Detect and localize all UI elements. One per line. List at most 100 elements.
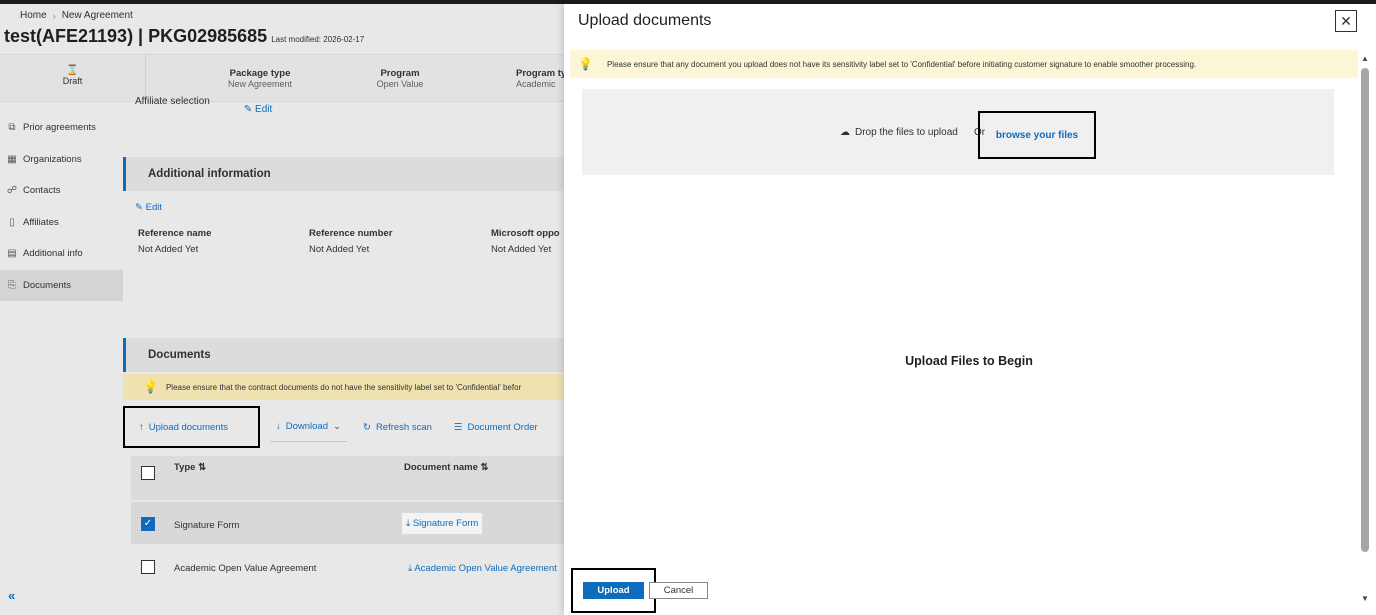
status-cell: ⌛ Draft <box>0 55 146 103</box>
table-row[interactable]: ✓ Signature Form ⤓ Signature Form <box>131 502 564 544</box>
sidebar-item-label: Documents <box>23 279 72 291</box>
reference-name: Reference name Not Added Yet <box>138 228 211 255</box>
sidebar-item-label: Additional info <box>23 248 83 260</box>
last-modified: Last modified: 2026-02-17 <box>271 35 365 44</box>
sidebar-item-label: Contacts <box>23 185 61 197</box>
affiliate-row: Affiliate selection ✎ Edit <box>135 96 272 115</box>
document-order-label: Document Order <box>467 421 538 433</box>
program-type-label: Program ty <box>516 68 564 79</box>
row-document-name: Signature Form <box>412 518 479 529</box>
sidebar: ⧉ Prior agreements ▦ Organizations ☍ Con… <box>0 112 123 301</box>
download-small-icon: ⤓ <box>406 518 413 529</box>
documents-icon: ⎘ <box>8 279 16 291</box>
row-type: Academic Open Value Agreement <box>174 563 317 574</box>
affiliate-label: Affiliate selection <box>135 96 210 107</box>
row-document-link[interactable]: ⤓ Signature Form <box>402 513 483 534</box>
package-info-bar: ⌛ Draft Package type New Agreement Progr… <box>0 54 564 103</box>
browse-files-highlight: browse your files <box>978 111 1096 159</box>
scrollbar-thumb[interactable] <box>1361 68 1369 552</box>
edit-label: Edit <box>145 202 162 213</box>
empty-state-message: Upload Files to Begin <box>905 354 1033 368</box>
upload-button[interactable]: Upload <box>583 582 644 599</box>
sidebar-item-contacts[interactable]: ☍ Contacts <box>0 175 123 207</box>
breadcrumb-home[interactable]: Home <box>20 10 47 21</box>
cancel-button[interactable]: Cancel <box>649 582 708 599</box>
download-button[interactable]: ↓ Download ⌄ <box>270 412 347 442</box>
package-type-label: Package type <box>229 68 291 79</box>
row-checkbox-checked[interactable]: ✓ <box>141 517 155 531</box>
reference-number: Reference number Not Added Yet <box>309 228 392 255</box>
documents-title: Documents <box>148 349 211 361</box>
cloud-upload-icon: ☁ <box>840 127 850 138</box>
program-label: Program <box>380 68 420 79</box>
page-title-text: test(AFE21193) | PKG02985685 <box>4 26 268 46</box>
close-icon: ✕ <box>1340 12 1352 29</box>
documents-header: Documents <box>123 338 564 372</box>
document-order-button[interactable]: ☰ Document Order <box>448 412 544 442</box>
scroll-down-arrow-icon[interactable]: ▼ <box>1361 594 1369 603</box>
table-row[interactable]: Academic Open Value Agreement ⤓ Academic… <box>131 544 564 586</box>
upload-documents-label: Upload documents <box>148 421 228 433</box>
affiliates-icon: ▯ <box>9 216 15 228</box>
lightbulb-icon: 💡 <box>143 380 158 394</box>
microsoft-opportunity-label: Microsoft oppo <box>491 228 560 239</box>
column-document-name[interactable]: Document name ⇅ <box>404 462 489 473</box>
hourglass-icon: ⌛ <box>66 65 79 76</box>
refresh-scan-label: Refresh scan <box>375 421 432 433</box>
package-type-value: New Agreement <box>227 79 293 89</box>
program-type: Program ty Academic <box>500 68 564 89</box>
file-dropzone[interactable]: ☁ Drop the files to upload Or browse you… <box>582 89 1334 175</box>
row-document-link[interactable]: ⤓ Academic Open Value Agreement <box>408 563 557 574</box>
sidebar-item-additional-info[interactable]: ▤ Additional info <box>0 238 123 270</box>
list-icon: ☰ <box>453 421 463 433</box>
sidebar-item-prior-agreements[interactable]: ⧉ Prior agreements <box>0 112 123 144</box>
agreement-page: Home › New Agreement test(AFE21193) | PK… <box>0 4 564 615</box>
refresh-scan-button[interactable]: ↻ Refresh scan <box>357 412 438 442</box>
program-value: Open Value <box>376 79 424 89</box>
program-type-value: Academic <box>516 79 556 89</box>
affiliate-edit-link[interactable]: ✎ Edit <box>244 104 272 115</box>
drop-text: ☁ Drop the files to upload <box>840 127 958 138</box>
scroll-up-arrow-icon[interactable]: ▲ <box>1361 54 1369 63</box>
download-icon: ↓ <box>276 421 281 432</box>
additional-info-icon: ▤ <box>7 248 17 260</box>
panel-warning: 💡 Please ensure that any document you up… <box>570 50 1358 78</box>
reference-number-label: Reference number <box>309 228 393 239</box>
column-type[interactable]: Type ⇅ <box>174 462 206 473</box>
row-document-name: Academic Open Value Agreement <box>414 563 557 574</box>
status-text: Draft <box>62 76 83 86</box>
sidebar-item-label: Prior agreements <box>23 122 96 134</box>
sidebar-item-documents[interactable]: ⎘ Documents <box>0 269 123 301</box>
reference-name-value: Not Added Yet <box>138 244 199 255</box>
row-type: Signature Form <box>174 520 240 531</box>
panel-warning-text: Please ensure that any document you uplo… <box>606 59 1197 69</box>
microsoft-opportunity-value: Not Added Yet <box>491 244 552 255</box>
download-label: Download <box>285 421 328 432</box>
close-panel-button[interactable]: ✕ <box>1335 10 1357 32</box>
microsoft-opportunity: Microsoft oppo Not Added Yet <box>491 228 560 255</box>
additional-info-header: Additional information <box>123 157 564 191</box>
prior-agreements-icon: ⧉ <box>8 122 16 134</box>
refresh-icon: ↻ <box>362 421 371 433</box>
reference-number-value: Not Added Yet <box>309 244 370 255</box>
lightbulb-icon: 💡 <box>578 57 593 71</box>
documents-table-header: Type ⇅ Document name ⇅ <box>131 456 564 500</box>
sidebar-item-organizations[interactable]: ▦ Organizations <box>0 144 123 176</box>
collapse-sidebar-button[interactable]: « <box>8 588 15 603</box>
contacts-icon: ☍ <box>6 185 18 197</box>
sidebar-item-affiliates[interactable]: ▯ Affiliates <box>0 207 123 239</box>
breadcrumb-current: New Agreement <box>61 10 133 21</box>
upload-documents-button[interactable]: ↑ Upload documents <box>123 406 260 448</box>
affiliate-edit-label: Edit <box>255 104 273 115</box>
program: Program Open Value <box>360 68 440 89</box>
select-all-checkbox[interactable] <box>141 466 155 480</box>
documents-warning-text: Please ensure that the contract document… <box>165 382 522 392</box>
additional-info-title: Additional information <box>148 168 271 180</box>
upload-button-highlight: Upload <box>571 568 656 613</box>
documents-toolbar: ↑ Upload documents ↓ Download ⌄ ↻ Refres… <box>123 406 564 448</box>
additional-info-edit-link[interactable]: ✎ Edit <box>135 202 162 213</box>
page-title: test(AFE21193) | PKG02985685 Last modifie… <box>4 26 364 47</box>
panel-scrollbar[interactable]: ▲ ▼ <box>1358 54 1372 609</box>
browse-files-link[interactable]: browse your files <box>996 130 1078 141</box>
row-checkbox[interactable] <box>141 560 155 574</box>
